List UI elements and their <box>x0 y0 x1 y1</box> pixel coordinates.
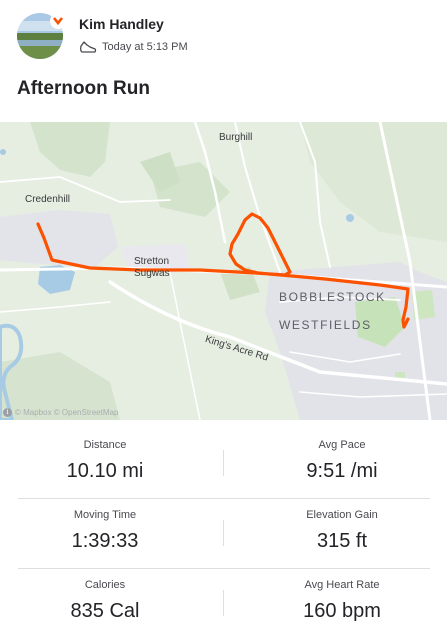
subscriber-badge-icon <box>50 13 66 29</box>
map-attribution-text: © Mapbox © OpenStreetMap <box>15 408 119 417</box>
stat-moving-time: Moving Time 1:39:33 <box>0 508 210 554</box>
info-icon[interactable]: i <box>3 408 12 417</box>
map-label-credenhill: Credenhill <box>25 194 71 205</box>
stat-label: Distance <box>83 439 127 451</box>
stat-elevation-gain: Elevation Gain 315 ft <box>237 508 447 554</box>
stat-value: 315 ft <box>316 530 368 552</box>
stat-calories: Calories 835 Cal <box>0 578 210 624</box>
stat-label: Calories <box>84 579 126 591</box>
stat-label: Elevation Gain <box>306 509 378 521</box>
stats-panel: Distance 10.10 mi Avg Pace 9:51 /mi Movi… <box>0 420 447 640</box>
map-attribution[interactable]: i © Mapbox © OpenStreetMap <box>3 408 118 417</box>
stat-value: 160 bpm <box>303 600 381 622</box>
stat-value: 835 Cal <box>70 600 140 622</box>
stat-label: Moving Time <box>73 509 137 521</box>
stat-avg-pace: Avg Pace 9:51 /mi <box>237 438 447 484</box>
stat-value: 10.10 mi <box>66 460 144 482</box>
column-divider <box>223 520 224 546</box>
column-divider <box>223 450 224 476</box>
route-map[interactable]: Burghill Credenhill Stretton Sugwas BOBB… <box>0 122 447 420</box>
column-divider <box>223 590 224 616</box>
activity-meta: Today at 5:13 PM <box>79 39 188 55</box>
activity-header: Kim Handley Today at 5:13 PM <box>0 0 447 70</box>
stat-value: 1:39:33 <box>71 530 139 552</box>
stat-avg-heart-rate: Avg Heart Rate 160 bpm <box>237 578 447 624</box>
map-label-burghill: Burghill <box>219 132 253 143</box>
stat-distance: Distance 10.10 mi <box>0 438 210 484</box>
map-canvas <box>0 122 447 420</box>
athlete-name[interactable]: Kim Handley <box>79 16 164 32</box>
stats-row-3: Calories 835 Cal Avg Heart Rate 160 bpm <box>0 568 447 638</box>
stat-value: 9:51 /mi <box>306 460 378 482</box>
map-label-sugwas: Sugwas <box>134 268 170 279</box>
map-label-westfields: WESTFIELDS <box>279 318 372 332</box>
activity-timestamp: Today at 5:13 PM <box>102 41 188 53</box>
stats-row-1: Distance 10.10 mi Avg Pace 9:51 /mi <box>0 428 447 498</box>
activity-title[interactable]: Afternoon Run <box>17 78 150 100</box>
stats-row-2: Moving Time 1:39:33 Elevation Gain 315 f… <box>0 498 447 568</box>
map-label-stretton: Stretton <box>134 256 170 267</box>
stat-label: Avg Pace <box>318 439 366 451</box>
running-shoe-icon <box>80 41 97 53</box>
map-label-bobblestock: BOBBLESTOCK <box>279 290 386 304</box>
stat-label: Avg Heart Rate <box>304 579 380 591</box>
